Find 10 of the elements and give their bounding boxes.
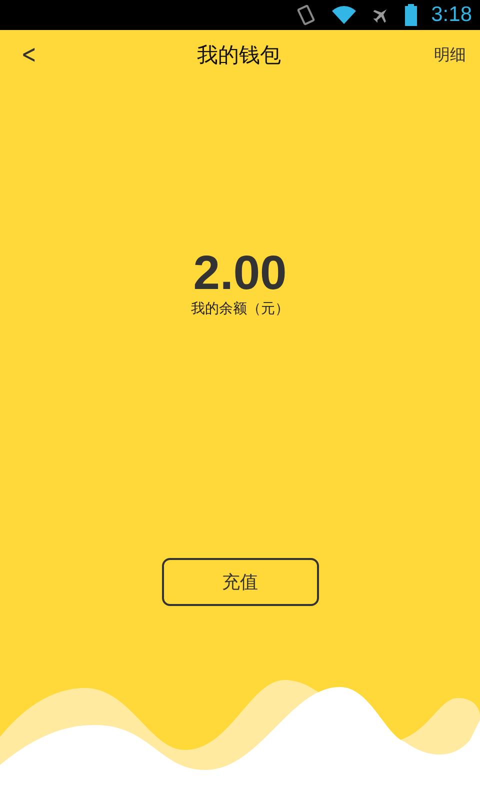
details-link[interactable]: 明细 [434,44,466,66]
status-time: 3:18 [431,3,472,27]
back-button[interactable]: < [18,40,40,70]
battery-icon [405,4,418,26]
balance-amount: 2.00 [193,248,287,300]
recharge-button[interactable]: 充值 [162,558,318,606]
vibrate-icon [295,4,318,26]
wifi-icon [331,5,358,25]
page-title: 我的钱包 [196,42,281,69]
balance-label: 我的余额（元） [191,300,289,318]
